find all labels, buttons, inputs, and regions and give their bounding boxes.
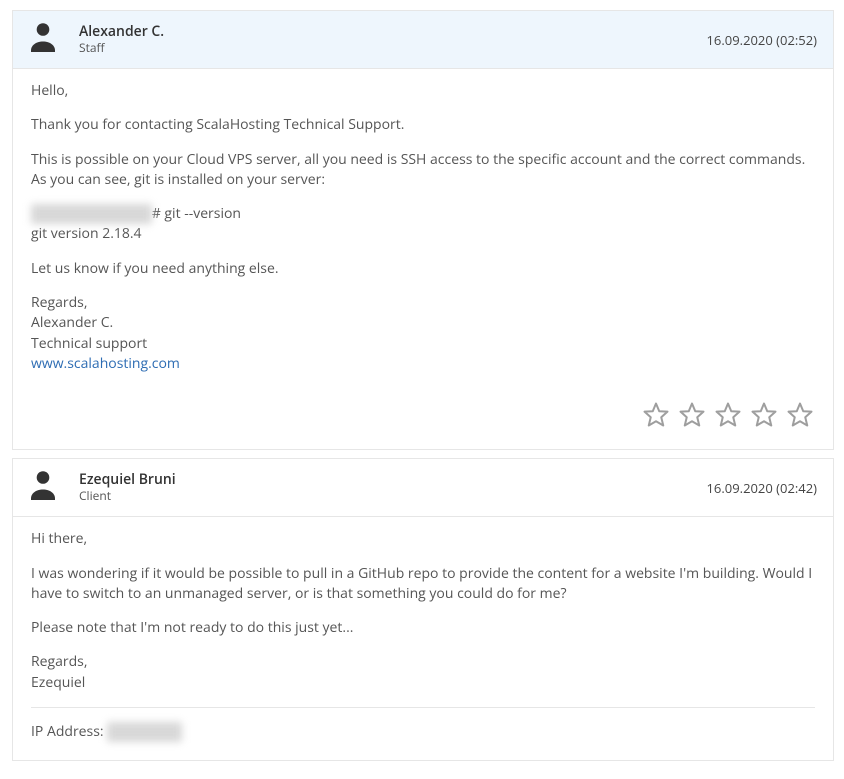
body-line: Let us know if you need anything else. [31,259,815,279]
code-line: [root@cloud ~~~~]# git --version [31,204,815,224]
body-line: Thank you for contacting ScalaHosting Te… [31,115,815,135]
star-icon[interactable] [677,400,707,435]
avatar-icon [25,19,61,60]
star-icon[interactable] [641,400,671,435]
body-line: I was wondering if it would be possible … [31,564,815,605]
redacted-hostname: [root@cloud ~~~~] [31,204,152,224]
greeting: Hi there, [31,529,815,549]
code-output: git version 2.18.4 [31,224,815,244]
message-body: Hello, Thank you for contacting ScalaHos… [13,69,833,392]
message-client: Ezequiel Bruni Client 16.09.2020 (02:42)… [12,458,834,761]
star-icon[interactable] [749,400,779,435]
signature-name: Ezequiel [31,673,815,693]
body-line: This is possible on your Cloud VPS serve… [31,150,815,191]
message-header: Ezequiel Bruni Client 16.09.2020 (02:42) [13,459,833,517]
command-text: # git --version [152,204,241,223]
signature-regards: Regards, [31,293,815,313]
body-line: Please note that I'm not ready to do thi… [31,618,815,638]
message-staff: Alexander C. Staff 16.09.2020 (02:52) He… [12,10,834,450]
timestamp: 16.09.2020 (02:52) [707,31,818,49]
ip-label: IP Address: [31,722,107,741]
rating-stars [13,392,833,449]
redacted-ip: 00.0.000.00 [107,722,182,742]
message-body: Hi there, I was wondering if it would be… [13,517,833,760]
greeting: Hello, [31,81,815,101]
timestamp: 16.09.2020 (02:42) [707,479,818,497]
signature-regards: Regards, [31,652,815,672]
separator [31,707,815,708]
signature-name: Alexander C. [31,313,815,333]
avatar-icon [25,467,61,508]
author-name: Ezequiel Bruni [79,472,707,489]
signature-title: Technical support [31,334,815,354]
star-icon[interactable] [785,400,815,435]
author-name: Alexander C. [79,24,707,41]
signature-link[interactable]: www.scalahosting.com [31,354,180,373]
star-icon[interactable] [713,400,743,435]
ip-line: IP Address: 00.0.000.00 [31,722,815,742]
author-role: Client [79,489,707,503]
author-role: Staff [79,41,707,55]
message-header: Alexander C. Staff 16.09.2020 (02:52) [13,11,833,69]
